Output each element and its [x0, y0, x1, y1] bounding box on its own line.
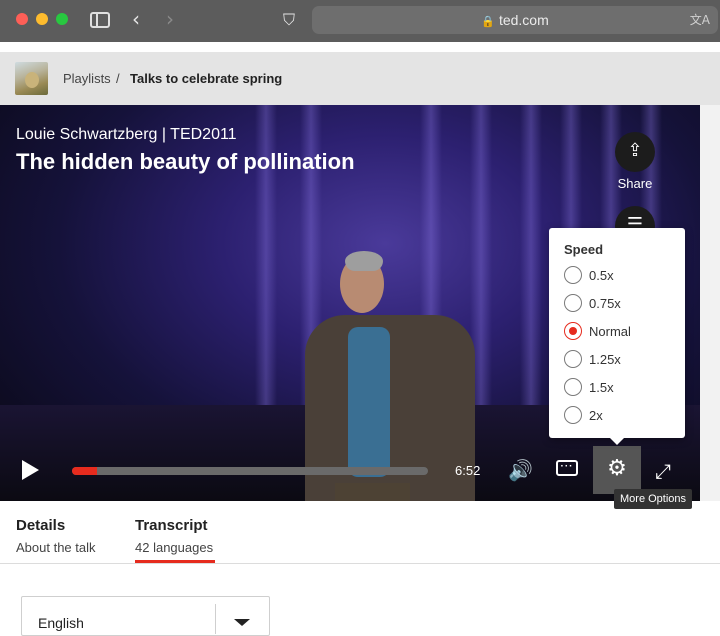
speed-option-2x[interactable]: 2x	[564, 405, 674, 427]
zoom-window-button[interactable]	[56, 13, 68, 25]
more-options-tooltip: More Options	[614, 489, 693, 509]
page-scroll-gutter	[700, 105, 720, 501]
lock-icon: 🔒	[481, 15, 495, 28]
translate-icon[interactable]: 文A	[690, 11, 710, 28]
tabs-divider	[0, 563, 720, 564]
tab-title: Transcript	[135, 517, 208, 534]
captions-icon[interactable]: ···	[556, 460, 578, 476]
tab-subtitle: About the talk	[16, 540, 96, 555]
breadcrumb-separator: /	[116, 71, 120, 86]
speed-option-1.25x[interactable]: 1.25x	[564, 349, 674, 371]
settings-button[interactable]: ⚙	[593, 446, 641, 494]
breadcrumb-current[interactable]: Talks to celebrate spring	[130, 71, 282, 86]
minimize-window-button[interactable]	[36, 13, 48, 25]
tab-details[interactable]: Details About the talk	[16, 517, 96, 555]
shield-icon[interactable]: ⛉	[283, 10, 295, 30]
video-title: The hidden beauty of pollination	[16, 149, 355, 174]
language-select-value: English	[38, 615, 84, 631]
radio-button[interactable]	[564, 378, 582, 396]
time-remaining: 6:52	[455, 463, 481, 478]
share-button[interactable]: ⇪	[615, 132, 655, 172]
volume-icon[interactable]: 🔊	[508, 458, 533, 482]
progress-bar[interactable]	[72, 467, 428, 475]
speed-option-0.75x[interactable]: 0.75x	[564, 293, 674, 315]
address-bar[interactable]: 🔒 ted.com 文A	[312, 6, 718, 34]
radio-button[interactable]	[564, 294, 582, 312]
breadcrumb: Playlists / Talks to celebrate spring	[0, 52, 720, 105]
forward-icon[interactable]: ›	[166, 9, 174, 29]
speed-menu: Speed 0.5x 0.75x Normal 1.25x 1.5x 2x	[549, 228, 685, 445]
radio-button[interactable]	[564, 266, 582, 284]
gear-icon: ⚙	[607, 456, 627, 481]
sidebar-icon[interactable]	[90, 12, 110, 28]
caret-down-icon[interactable]	[234, 619, 250, 626]
playlist-thumbnail[interactable]	[15, 62, 48, 95]
tab-transcript[interactable]: Transcript 42 languages	[135, 517, 213, 555]
radio-button[interactable]	[564, 406, 582, 424]
tab-title: Details	[16, 517, 66, 534]
speed-option-normal[interactable]: Normal	[564, 321, 674, 343]
fullscreen-icon[interactable]: ⤢	[655, 459, 671, 483]
progress-fill	[72, 467, 97, 475]
language-select[interactable]: English	[21, 596, 270, 636]
back-icon[interactable]: ‹	[132, 9, 140, 29]
speed-heading: Speed	[564, 242, 604, 257]
speed-option-1.5x[interactable]: 1.5x	[564, 377, 674, 399]
url-text: ted.com	[498, 12, 549, 28]
speed-option-0.5x[interactable]: 0.5x	[564, 265, 674, 287]
tab-subtitle: 42 languages	[135, 540, 214, 555]
speaker-event: Louie Schwartzberg | TED2011	[16, 126, 237, 143]
share-label: Share	[617, 176, 653, 191]
breadcrumb-playlists-link[interactable]: Playlists	[63, 71, 111, 86]
play-icon[interactable]	[22, 460, 39, 480]
radio-button-selected[interactable]	[564, 322, 582, 340]
share-icon: ⇪	[627, 140, 643, 161]
close-window-button[interactable]	[16, 13, 28, 25]
radio-button[interactable]	[564, 350, 582, 368]
browser-toolbar: ‹ › ⛉ 🔒 ted.com 文A	[0, 0, 720, 42]
